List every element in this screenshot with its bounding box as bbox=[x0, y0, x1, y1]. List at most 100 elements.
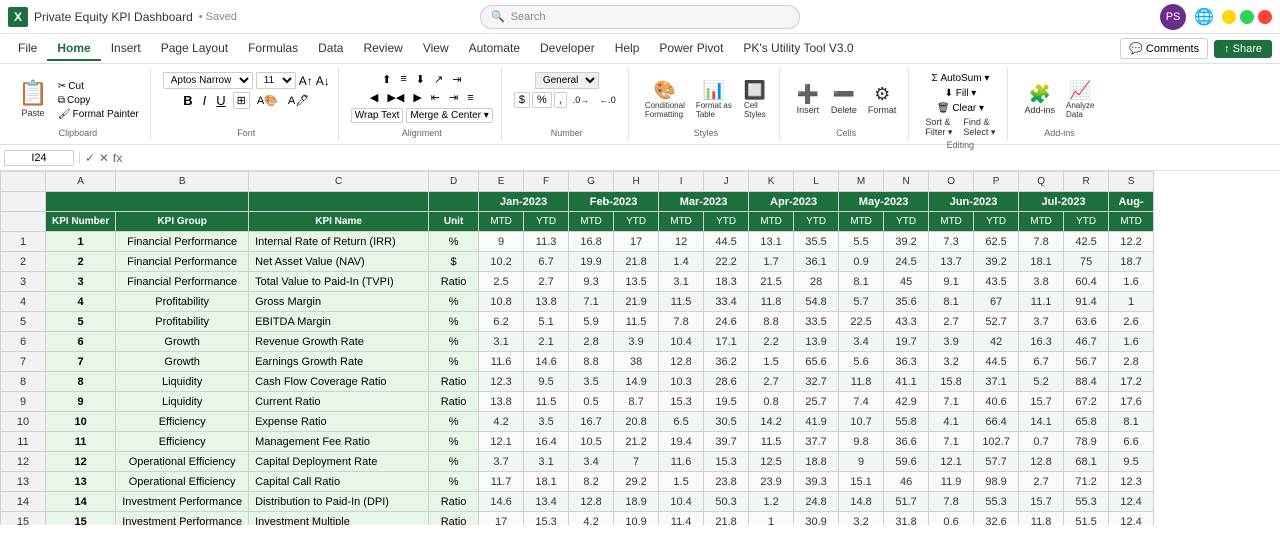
may-mtd-9[interactable]: 7.4 bbox=[839, 392, 884, 412]
table-row[interactable]: 1 1 Financial Performance Internal Rate … bbox=[1, 232, 1154, 252]
table-row[interactable]: 8 8 Liquidity Cash Flow Coverage Ratio R… bbox=[1, 372, 1154, 392]
jan-ytd-15[interactable]: 15.3 bbox=[524, 512, 569, 526]
aug-mtd-1[interactable]: 12.2 bbox=[1109, 232, 1154, 252]
jul-mtd-13[interactable]: 2.7 bbox=[1019, 472, 1064, 492]
jun-mtd-2[interactable]: 13.7 bbox=[929, 252, 974, 272]
apr-mtd-10[interactable]: 14.2 bbox=[749, 412, 794, 432]
mar-mtd-11[interactable]: 19.4 bbox=[659, 432, 704, 452]
justify-button[interactable]: ≡ bbox=[464, 91, 476, 105]
jun-ytd-3[interactable]: 43.5 bbox=[974, 272, 1019, 292]
jan-ytd-10[interactable]: 3.5 bbox=[524, 412, 569, 432]
mar-mtd-15[interactable]: 11.4 bbox=[659, 512, 704, 526]
aug-mtd-7[interactable]: 2.8 bbox=[1109, 352, 1154, 372]
autosum-button[interactable]: Σ AutoSum ▾ bbox=[928, 72, 992, 85]
may-ytd-9[interactable]: 42.9 bbox=[884, 392, 929, 412]
italic-button[interactable]: I bbox=[200, 92, 210, 109]
jul-mtd-9[interactable]: 15.7 bbox=[1019, 392, 1064, 412]
cell-reference[interactable] bbox=[4, 150, 74, 166]
increase-indent-button[interactable]: ⇥ bbox=[446, 90, 461, 105]
jun-mtd-11[interactable]: 7.1 bbox=[929, 432, 974, 452]
feb-ytd-4[interactable]: 21.9 bbox=[614, 292, 659, 312]
jul-mtd-11[interactable]: 0.7 bbox=[1019, 432, 1064, 452]
feb-mtd-5[interactable]: 5.9 bbox=[569, 312, 614, 332]
apr-ytd-15[interactable]: 30.9 bbox=[794, 512, 839, 526]
jun-ytd-11[interactable]: 102.7 bbox=[974, 432, 1019, 452]
align-middle-button[interactable]: ≡ bbox=[397, 72, 409, 87]
jul-mtd-5[interactable]: 3.7 bbox=[1019, 312, 1064, 332]
aug-mtd-13[interactable]: 12.3 bbox=[1109, 472, 1154, 492]
feb-mtd-3[interactable]: 9.3 bbox=[569, 272, 614, 292]
feb-mtd-2[interactable]: 19.9 bbox=[569, 252, 614, 272]
jun-ytd-5[interactable]: 52.7 bbox=[974, 312, 1019, 332]
mar-ytd-11[interactable]: 39.7 bbox=[704, 432, 749, 452]
jun-mtd-14[interactable]: 7.8 bbox=[929, 492, 974, 512]
apr-mtd-11[interactable]: 11.5 bbox=[749, 432, 794, 452]
apr-mtd-2[interactable]: 1.7 bbox=[749, 252, 794, 272]
jan-mtd-1[interactable]: 9 bbox=[479, 232, 524, 252]
may-mtd-4[interactable]: 5.7 bbox=[839, 292, 884, 312]
may-ytd-5[interactable]: 43.3 bbox=[884, 312, 929, 332]
tab-developer[interactable]: Developer bbox=[530, 37, 605, 61]
jan-ytd-6[interactable]: 2.1 bbox=[524, 332, 569, 352]
apr-ytd-13[interactable]: 39.3 bbox=[794, 472, 839, 492]
jan-mtd-13[interactable]: 11.7 bbox=[479, 472, 524, 492]
apr-mtd-4[interactable]: 11.8 bbox=[749, 292, 794, 312]
jul-mtd-15[interactable]: 11.8 bbox=[1019, 512, 1064, 526]
table-row[interactable]: 9 9 Liquidity Current Ratio Ratio 13.8 1… bbox=[1, 392, 1154, 412]
clear-button[interactable]: 🗑 Clear ▾ bbox=[934, 102, 987, 115]
feb-ytd-11[interactable]: 21.2 bbox=[614, 432, 659, 452]
fill-button[interactable]: ⬇ Fill ▾ bbox=[942, 87, 980, 100]
cancel-formula-icon[interactable]: ✕ bbox=[99, 151, 109, 165]
tab-pk-utility[interactable]: PK's Utility Tool V3.0 bbox=[733, 37, 863, 61]
feb-mtd-8[interactable]: 3.5 bbox=[569, 372, 614, 392]
apr-mtd-9[interactable]: 0.8 bbox=[749, 392, 794, 412]
underline-button[interactable]: U bbox=[213, 92, 228, 109]
merge-center-button[interactable]: Merge & Center ▾ bbox=[406, 108, 492, 123]
jun-ytd-7[interactable]: 44.5 bbox=[974, 352, 1019, 372]
table-row[interactable]: 3 3 Financial Performance Total Value to… bbox=[1, 272, 1154, 292]
may-mtd-3[interactable]: 8.1 bbox=[839, 272, 884, 292]
jan-mtd-9[interactable]: 13.8 bbox=[479, 392, 524, 412]
feb-mtd-1[interactable]: 16.8 bbox=[569, 232, 614, 252]
jul-ytd-6[interactable]: 46.7 bbox=[1064, 332, 1109, 352]
apr-ytd-2[interactable]: 36.1 bbox=[794, 252, 839, 272]
mar-ytd-14[interactable]: 50.3 bbox=[704, 492, 749, 512]
tab-automate[interactable]: Automate bbox=[459, 37, 530, 61]
table-row[interactable]: 6 6 Growth Revenue Growth Rate % 3.1 2.1… bbox=[1, 332, 1154, 352]
format-as-table-button[interactable]: 📊 Format asTable bbox=[692, 79, 736, 121]
jan-mtd-14[interactable]: 14.6 bbox=[479, 492, 524, 512]
jun-ytd-6[interactable]: 42 bbox=[974, 332, 1019, 352]
bold-button[interactable]: B bbox=[180, 92, 195, 109]
jan-ytd-3[interactable]: 2.7 bbox=[524, 272, 569, 292]
jan-mtd-3[interactable]: 2.5 bbox=[479, 272, 524, 292]
jun-mtd-13[interactable]: 11.9 bbox=[929, 472, 974, 492]
delete-button[interactable]: ➖ Delete bbox=[827, 83, 861, 117]
analyze-data-button[interactable]: 📈 AnalyzeData bbox=[1062, 79, 1098, 121]
comments-button[interactable]: 💬 Comments bbox=[1120, 38, 1208, 59]
tab-insert[interactable]: Insert bbox=[101, 37, 151, 61]
may-mtd-1[interactable]: 5.5 bbox=[839, 232, 884, 252]
decimal-increase-button[interactable]: .0→ bbox=[569, 94, 594, 106]
apr-mtd-7[interactable]: 1.5 bbox=[749, 352, 794, 372]
feb-mtd-9[interactable]: 0.5 bbox=[569, 392, 614, 412]
find-select-button[interactable]: Find &Select ▾ bbox=[959, 115, 999, 140]
text-angle-button[interactable]: ↗ bbox=[431, 72, 446, 87]
decimal-decrease-button[interactable]: ←.0 bbox=[595, 94, 620, 106]
aug-mtd-6[interactable]: 1.6 bbox=[1109, 332, 1154, 352]
close-button[interactable] bbox=[1258, 10, 1272, 24]
jun-mtd-6[interactable]: 3.9 bbox=[929, 332, 974, 352]
table-row[interactable]: 2 2 Financial Performance Net Asset Valu… bbox=[1, 252, 1154, 272]
jan-ytd-2[interactable]: 6.7 bbox=[524, 252, 569, 272]
may-ytd-7[interactable]: 36.3 bbox=[884, 352, 929, 372]
jun-mtd-1[interactable]: 7.3 bbox=[929, 232, 974, 252]
table-row[interactable]: 12 12 Operational Efficiency Capital Dep… bbox=[1, 452, 1154, 472]
maximize-button[interactable] bbox=[1240, 10, 1254, 24]
mar-mtd-5[interactable]: 7.8 bbox=[659, 312, 704, 332]
jan-ytd-8[interactable]: 9.5 bbox=[524, 372, 569, 392]
cut-button[interactable]: ✂Cut bbox=[55, 80, 142, 93]
jan-mtd-12[interactable]: 3.7 bbox=[479, 452, 524, 472]
share-button[interactable]: ↑ Share bbox=[1214, 40, 1272, 58]
globe-icon[interactable]: 🌐 bbox=[1194, 7, 1214, 27]
may-mtd-5[interactable]: 22.5 bbox=[839, 312, 884, 332]
jan-mtd-7[interactable]: 11.6 bbox=[479, 352, 524, 372]
